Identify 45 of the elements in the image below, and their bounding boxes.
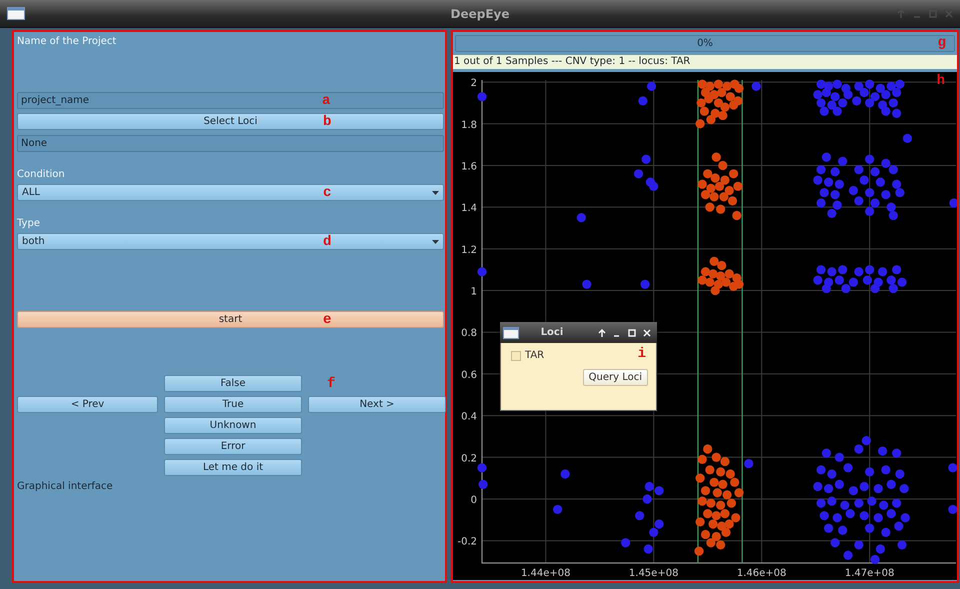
panel-letter: g xyxy=(938,36,946,50)
tick-label: 1.47e+08 xyxy=(844,568,894,579)
start-button[interactable]: start e xyxy=(17,311,444,328)
tick-label: 1.8 xyxy=(461,120,477,131)
tick-label: 1 xyxy=(470,286,477,298)
label-button[interactable]: False xyxy=(164,375,302,392)
panel-letter: d xyxy=(323,235,332,249)
label-button[interactable]: True xyxy=(164,396,302,413)
tick-label: 0 xyxy=(470,495,477,506)
window-title: DeepEye xyxy=(450,6,510,20)
status-text: 1 out of 1 Samples --- CNV type: 1 -- locus: TAR xyxy=(453,55,957,69)
label-button[interactable]: Error xyxy=(164,438,302,455)
tick-label: 1.46e+08 xyxy=(736,568,786,579)
tick-label: 1.6 xyxy=(461,161,477,172)
project-name-field[interactable]: project_name a xyxy=(17,92,444,109)
progress-text: 0% xyxy=(697,38,713,49)
select-loci-button[interactable]: Select Loci b xyxy=(17,113,444,130)
tick-label: 1.4 xyxy=(461,203,477,214)
panel-letter: b xyxy=(323,115,332,129)
panel-letter: e xyxy=(323,313,332,327)
panel-letter: i xyxy=(638,347,646,361)
query-loci-button[interactable]: Query Loci xyxy=(582,369,648,386)
panel-letter: c xyxy=(323,186,332,200)
tick-label: 1.2 xyxy=(461,244,477,256)
label-button[interactable]: Unknown xyxy=(164,417,302,434)
tick-label: 0.2 xyxy=(461,453,477,464)
tick-label: 0.4 xyxy=(461,412,477,423)
prev-button[interactable]: < Prev xyxy=(17,396,158,413)
panel-letter: h xyxy=(936,74,945,88)
checkbox-label: TAR xyxy=(525,350,544,361)
panel-letter: a xyxy=(322,94,330,108)
next-button[interactable]: Next > xyxy=(308,396,446,413)
selected-loci-field: None xyxy=(17,135,444,152)
tick-label: 0.6 xyxy=(461,370,477,381)
label-button[interactable]: Let me do it xyxy=(164,459,302,476)
dropdown[interactable]: both d xyxy=(17,233,444,250)
dropdown[interactable]: ALL c xyxy=(17,184,444,201)
dialog-title: Loci xyxy=(540,327,564,338)
tick-label: 1.45e+08 xyxy=(628,568,678,579)
field-label: Name of the Project xyxy=(17,35,118,49)
panel-letter: f xyxy=(327,377,336,391)
tick-label: 0.8 xyxy=(461,328,477,340)
tick-label: 2 xyxy=(470,78,477,90)
tick-label: -0.2 xyxy=(457,536,477,548)
tick-label: 1.44e+08 xyxy=(520,568,570,579)
